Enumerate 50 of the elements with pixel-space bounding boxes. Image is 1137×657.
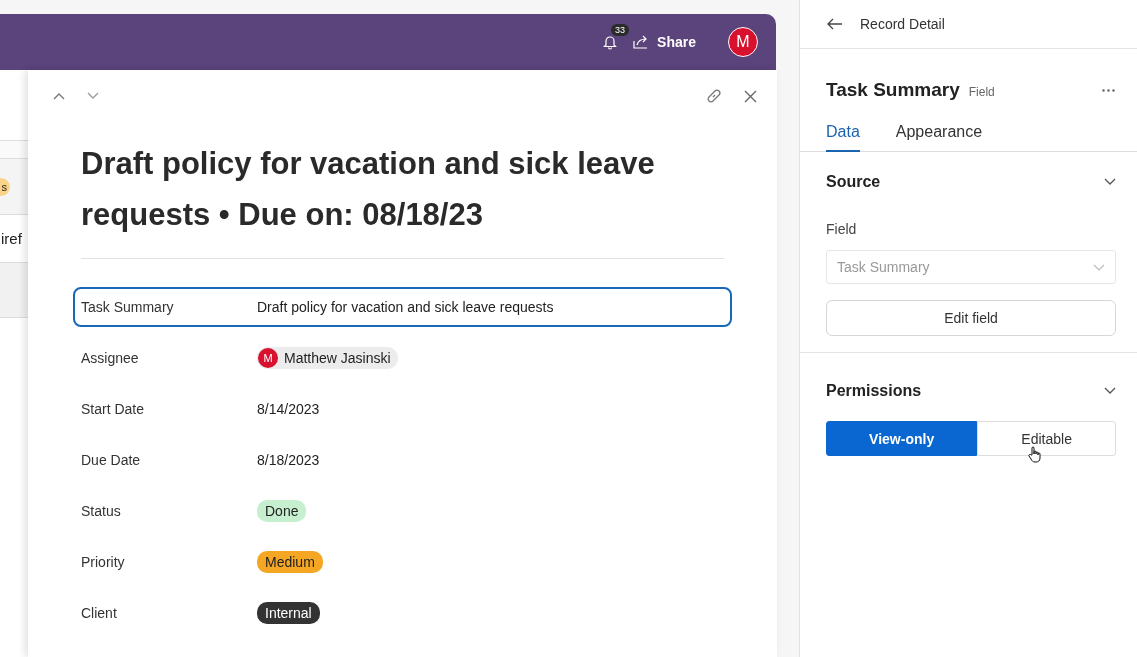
permission-option[interactable]: Editable: [977, 421, 1116, 456]
field-value: 8/14/2023: [257, 401, 320, 417]
field-name: Assignee: [81, 350, 140, 366]
field-label: Field: [826, 221, 858, 237]
notification-badge: 33: [611, 24, 630, 36]
close-icon[interactable]: [744, 89, 757, 103]
tag: Internal: [257, 602, 320, 624]
field-row[interactable]: Start Date 8/14/2023: [73, 389, 732, 429]
field-name: Task Summary: [81, 299, 175, 315]
table-cell: iref: [1, 230, 22, 247]
field-name: Due Date: [81, 452, 142, 468]
user-avatar[interactable]: M: [728, 27, 758, 57]
tab[interactable]: Appearance: [895, 123, 983, 152]
user-avatar: M: [258, 348, 278, 368]
more-icon[interactable]: [1102, 88, 1115, 92]
share-icon: [633, 35, 650, 49]
share-button[interactable]: Share: [633, 34, 696, 50]
tag: Done: [257, 500, 307, 522]
bell-icon[interactable]: [603, 34, 618, 50]
tag: Medium: [257, 551, 323, 573]
field-row[interactable]: Priority Medium: [73, 542, 732, 582]
field-name: Client: [81, 605, 118, 621]
field-row[interactable]: Task Summary Draft policy for vacation and sick leave requests: [73, 287, 732, 327]
status-badge: s: [0, 177, 10, 196]
chevron-down-icon[interactable]: [1104, 387, 1116, 395]
field-row[interactable]: Status Done: [73, 491, 732, 531]
record-title: Draft policy for vacation and sick leave requests • Due on: 08/18/23: [81, 145, 656, 234]
panel-title: Record Detail: [860, 16, 945, 32]
chevron-down-icon: [1093, 263, 1105, 271]
field-row[interactable]: Due Date 8/18/2023: [73, 440, 732, 480]
tab[interactable]: Data: [826, 123, 860, 152]
back-arrow-icon[interactable]: [827, 18, 843, 30]
permission-option[interactable]: View-only: [826, 421, 978, 456]
field-value: 8/18/2023: [257, 452, 320, 468]
field-row[interactable]: Assignee M Matthew Jasinski: [73, 338, 732, 378]
field-row[interactable]: Client Internal: [73, 593, 732, 633]
edit-field-button[interactable]: Edit field: [826, 300, 1116, 336]
assignee-name: Matthew Jasinski: [284, 350, 391, 366]
field-name: Priority: [81, 554, 126, 570]
field-name: Start Date: [81, 401, 146, 417]
chevron-down-icon[interactable]: [1104, 178, 1116, 186]
chevron-up-icon[interactable]: [53, 92, 65, 100]
hand-cursor-icon: [1028, 446, 1042, 463]
field-name: Status: [81, 503, 122, 519]
section-title: Source: [826, 173, 881, 191]
section-title: Permissions: [826, 382, 922, 400]
field-heading: Task Summary: [826, 79, 960, 101]
link-icon[interactable]: [706, 88, 722, 104]
field-type-label: Field: [968, 84, 995, 99]
field-value: Draft policy for vacation and sick leave requests: [257, 299, 554, 315]
